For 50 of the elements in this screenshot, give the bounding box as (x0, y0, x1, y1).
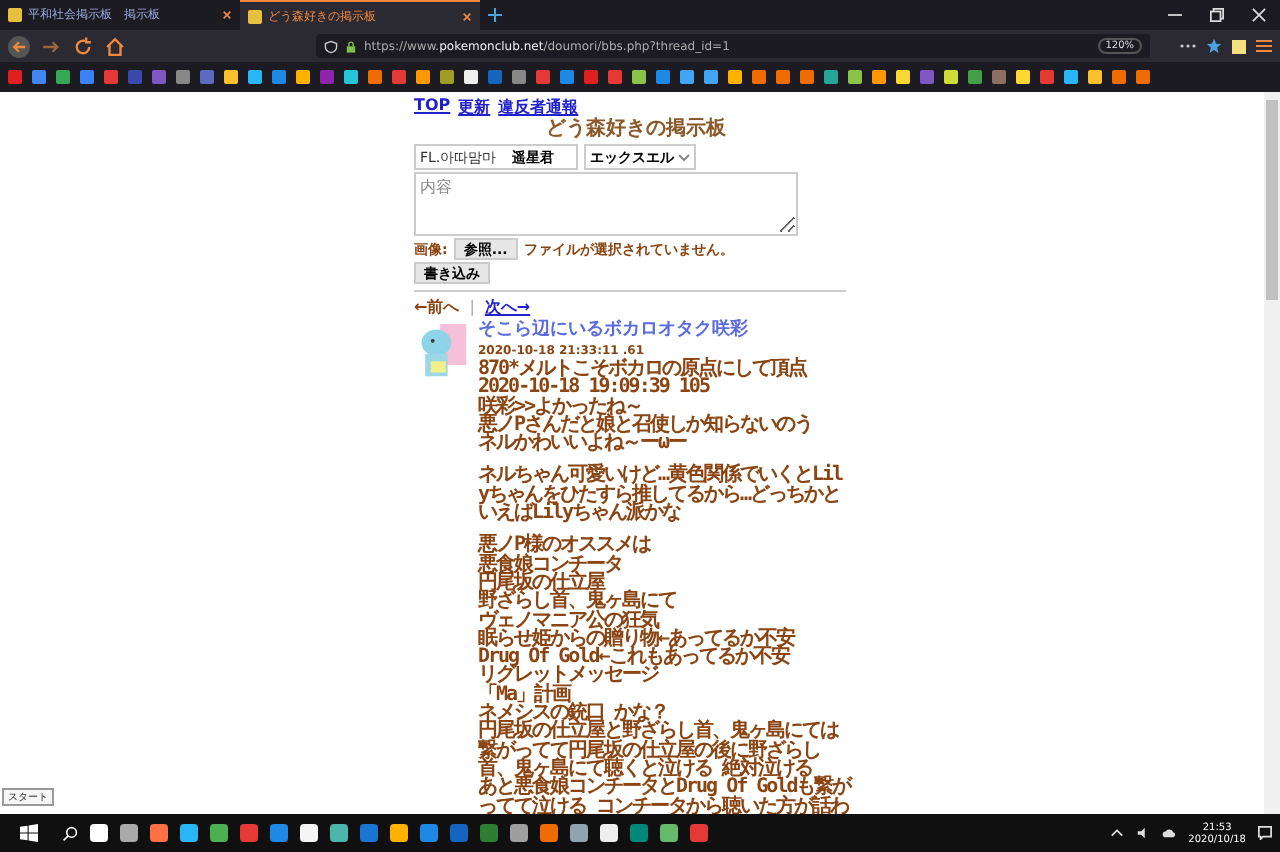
content-field[interactable]: 内容 (414, 172, 798, 236)
post-text-line: 首、鬼ヶ島にて聴くと泣ける 絶対泣ける (478, 759, 813, 779)
cloud-icon[interactable] (1162, 826, 1177, 840)
windows-start-icon[interactable] (20, 824, 38, 842)
next-link[interactable]: 次へ→ (484, 296, 531, 318)
post-text-line: 野ざらし首、鬼ヶ島にて (478, 592, 678, 612)
nav-link[interactable]: TOP (414, 96, 451, 118)
post-text-line: 悪ノP様のオススメは (478, 536, 653, 556)
star-icon[interactable] (1206, 38, 1222, 54)
post-text-line: 2020-10-18 19:09:39 105 (478, 378, 710, 398)
post-text-line: 眠らせ姫からの贈り物←あってるか不安 (478, 629, 798, 649)
nav-link[interactable]: 更新 (458, 96, 491, 118)
close-icon[interactable] (462, 11, 472, 21)
post-text-line: 870*メルトこそボカロの原点にして頂点 (478, 360, 810, 379)
menu-icon[interactable] (1256, 38, 1272, 54)
post-text-line: 悪ノPさんだと娘と召使しか知らないのう (478, 415, 815, 435)
post-text-line: ネルちゃん可愛いけど…黄色関係でいくとLil (478, 466, 845, 486)
post-text-line: 咲彩>>よかったね～ (478, 397, 643, 416)
post-text-line: 「Ma」計画 (478, 685, 572, 705)
favicon-icon (248, 9, 262, 23)
board-title: どう森好きの掲示板 (544, 118, 728, 142)
nav-link[interactable]: 違反者通報 (498, 96, 579, 118)
separator: | (469, 298, 475, 316)
post-author[interactable]: そこら辺にいるボカロオタク咲彩 (478, 320, 851, 342)
post-text-line: yちゃんをひたすら推してるから…どっちかと (478, 485, 843, 505)
close-icon[interactable] (222, 10, 232, 20)
dropdown-caret-icon (678, 153, 690, 161)
new-tab-icon[interactable] (488, 8, 502, 22)
post-text-line: ネルかわいいよね～ーωー (478, 434, 687, 453)
restore-icon[interactable] (1210, 8, 1224, 22)
chevron-icon[interactable] (1110, 826, 1125, 840)
post-text-line: ヴェノマニア公の狂気 (478, 611, 661, 630)
reload-icon[interactable] (72, 35, 94, 57)
scrollbar[interactable] (1264, 92, 1280, 814)
shield-icon (324, 39, 338, 53)
post-text-line: 悪食娘コンチータ (478, 555, 624, 574)
search-icon[interactable] (62, 825, 78, 841)
post-text-line: Drug Of Gold←これもあってるか不安 (478, 648, 790, 667)
speaker-icon[interactable] (1136, 826, 1151, 840)
notification-icon[interactable] (1258, 826, 1272, 840)
prev-link[interactable]: ←前へ (414, 296, 460, 318)
minimize-icon[interactable] (1168, 8, 1182, 22)
home-icon[interactable] (104, 35, 126, 57)
back-arrow-icon[interactable] (8, 35, 30, 57)
lock-icon (344, 39, 358, 53)
post-text-line: 円尾坂の仕立屋と野ざらし首、鬼ヶ島にては (478, 722, 841, 742)
favicon-icon (8, 8, 22, 22)
post-text-line: 繋がってて円尾坂の仕立屋の後に野ざらし (478, 741, 820, 760)
extension-icon[interactable] (1232, 39, 1246, 53)
post-text-line: いえばLilyちゃん派かな (478, 504, 681, 523)
